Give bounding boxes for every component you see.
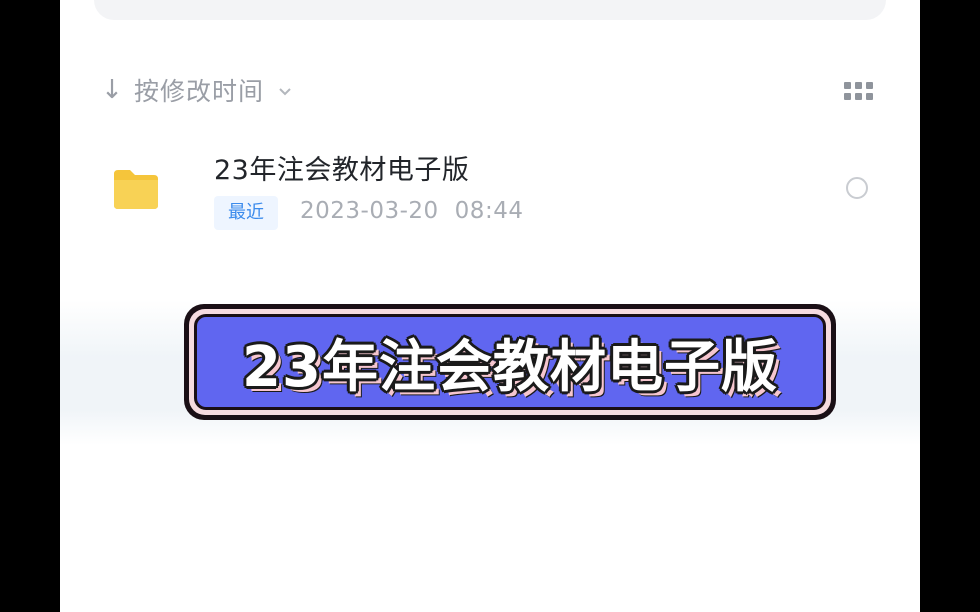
file-name: 23年注会教材电子版 [214, 155, 470, 186]
banner-panel: 23年注会教材电子版 [194, 314, 826, 410]
sort-control[interactable]: ↓ 按修改时间 [100, 72, 292, 108]
search-bar[interactable] [94, 0, 886, 20]
file-modified-datetime: 2023-03-20 08:44 [300, 198, 523, 224]
sort-label: 按修改时间 [134, 77, 265, 106]
folder-icon [112, 168, 160, 210]
chevron-down-icon [278, 81, 292, 100]
grid-view-icon[interactable] [844, 82, 874, 102]
file-time: 08:44 [454, 198, 524, 224]
banner-inner-border: 23年注会教材电子版 [189, 309, 831, 415]
sort-arrow-icon: ↓ [101, 75, 123, 105]
title-banner: 23年注会教材电子版 [184, 304, 836, 420]
list-item[interactable]: 23年注会教材电子版 最近 2023-03-20 08:44 [60, 140, 920, 240]
recent-badge: 最近 [214, 196, 278, 230]
file-date: 2023-03-20 [300, 198, 439, 224]
select-radio[interactable] [846, 177, 868, 199]
banner-title: 23年注会教材电子版 [242, 334, 778, 400]
